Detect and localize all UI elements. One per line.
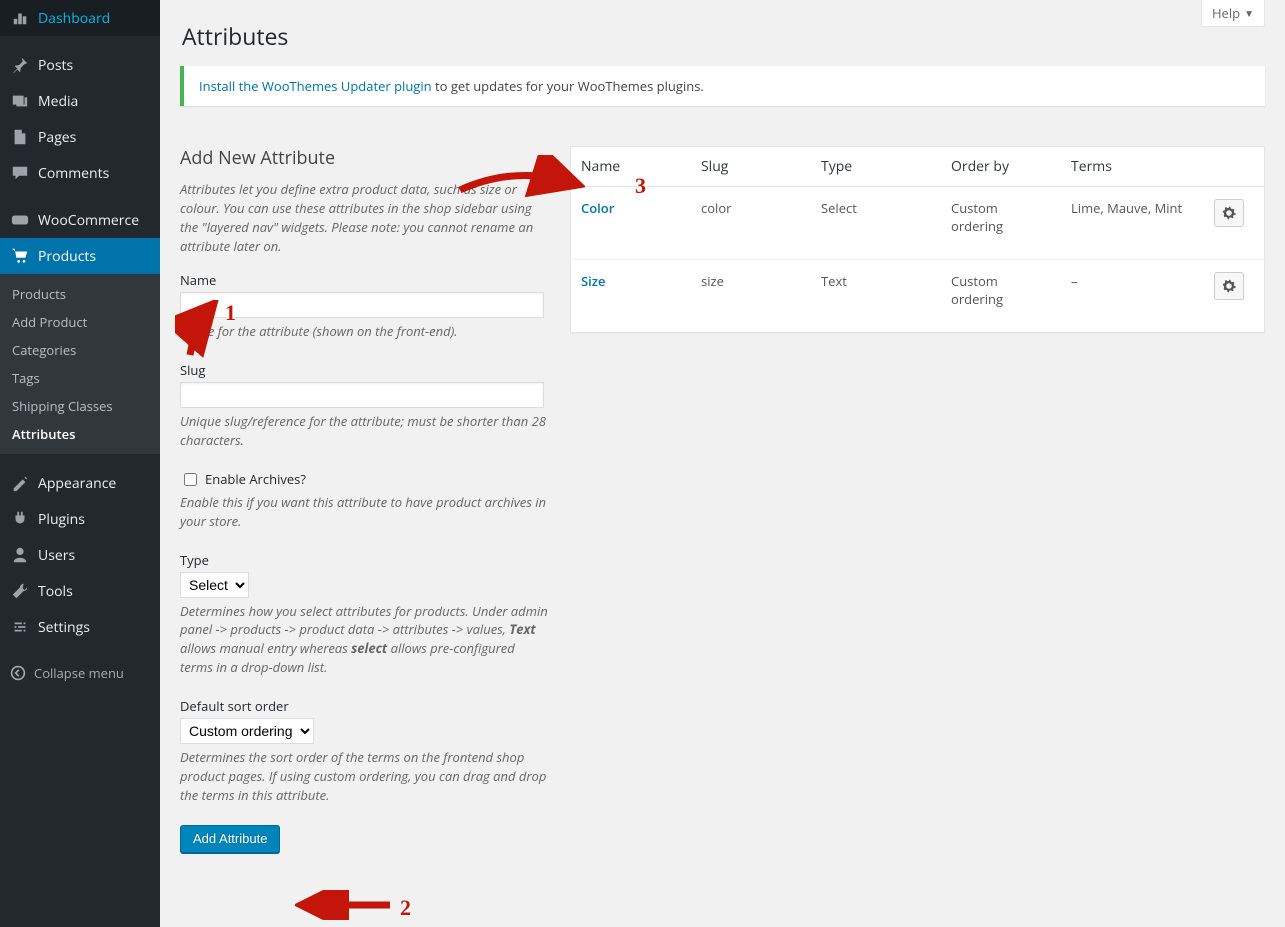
menu-label: Plugins (38, 510, 85, 529)
menu-products[interactable]: Products (0, 238, 160, 274)
row-name-link[interactable]: Size (581, 272, 605, 290)
updater-notice: Install the WooThemes Updater plugin to … (180, 66, 1265, 106)
form-heading: Add New Attribute (180, 146, 550, 170)
menu-comments[interactable]: Comments (0, 155, 160, 191)
configure-terms-button[interactable] (1214, 199, 1244, 227)
pin-icon (10, 55, 30, 75)
archives-label: Enable Archives? (205, 470, 306, 488)
attribute-type-select[interactable]: Select (180, 572, 249, 598)
menu-media[interactable]: Media (0, 83, 160, 119)
sort-label: Default sort order (180, 697, 550, 715)
add-attribute-button[interactable]: Add Attribute (180, 825, 280, 853)
submenu-attributes[interactable]: Attributes (0, 420, 160, 448)
row-slug: size (691, 260, 811, 333)
row-name-link[interactable]: Color (581, 199, 614, 217)
menu-pages[interactable]: Pages (0, 119, 160, 155)
gear-icon (1222, 206, 1236, 220)
gear-icon (1222, 279, 1236, 293)
table-row: Size size Text Custom ordering – (571, 260, 1265, 333)
tools-icon (10, 581, 30, 601)
chevron-down-icon: ▼ (1244, 6, 1254, 20)
settings-icon (10, 617, 30, 637)
collapse-label: Collapse menu (34, 664, 124, 682)
th-actions (1204, 147, 1265, 187)
add-attribute-form: Add New Attribute Attributes let you def… (180, 146, 550, 853)
type-desc: Determines how you select attributes for… (180, 602, 550, 677)
submenu-add-product[interactable]: Add Product (0, 308, 160, 336)
cart-icon (10, 246, 30, 266)
row-type: Text (811, 260, 941, 333)
menu-appearance[interactable]: Appearance (0, 465, 160, 501)
menu-label: Products (38, 247, 96, 266)
attribute-slug-input[interactable] (180, 382, 544, 408)
menu-label: Posts (38, 56, 73, 75)
row-orderby: Custom ordering (941, 187, 1061, 260)
menu-label: Appearance (38, 474, 116, 493)
notice-text: to get updates for your WooThemes plugin… (432, 77, 704, 95)
attribute-sort-select[interactable]: Custom ordering (180, 718, 314, 744)
menu-users[interactable]: Users (0, 537, 160, 573)
configure-terms-button[interactable] (1214, 272, 1244, 300)
comments-icon (10, 163, 30, 183)
sort-desc: Determines the sort order of the terms o… (180, 748, 550, 805)
woocommerce-icon (10, 210, 30, 230)
row-terms: Lime, Mauve, Mint (1061, 187, 1204, 260)
th-slug[interactable]: Slug (691, 147, 811, 187)
help-label: Help (1212, 4, 1240, 22)
install-updater-link[interactable]: Install the WooThemes Updater plugin (199, 77, 432, 95)
menu-plugins[interactable]: Plugins (0, 501, 160, 537)
form-intro: Attributes let you define extra product … (180, 180, 550, 255)
menu-settings[interactable]: Settings (0, 609, 160, 645)
row-terms: – (1061, 260, 1204, 333)
help-tab[interactable]: Help ▼ (1201, 0, 1265, 27)
dashboard-icon (10, 8, 30, 28)
menu-label: Media (38, 92, 78, 111)
name-label: Name (180, 271, 550, 289)
row-type: Select (811, 187, 941, 260)
menu-label: Settings (38, 618, 90, 637)
th-name[interactable]: Name (571, 147, 692, 187)
submenu-products[interactable]: Products (0, 280, 160, 308)
menu-label: Tools (38, 582, 73, 601)
row-slug: color (691, 187, 811, 260)
table-row: Color color Select Custom ordering Lime,… (571, 187, 1265, 260)
menu-label: Pages (38, 128, 76, 147)
enable-archives-checkbox[interactable] (184, 473, 197, 486)
submenu-shipping-classes[interactable]: Shipping Classes (0, 392, 160, 420)
name-desc: Name for the attribute (shown on the fro… (180, 322, 550, 341)
attribute-name-input[interactable] (180, 292, 544, 318)
plugins-icon (10, 509, 30, 529)
appearance-icon (10, 473, 30, 493)
collapse-menu[interactable]: Collapse menu (0, 656, 160, 690)
menu-posts[interactable]: Posts (0, 47, 160, 83)
pages-icon (10, 127, 30, 147)
page-title: Attributes (182, 20, 1265, 52)
users-icon (10, 545, 30, 565)
menu-tools[interactable]: Tools (0, 573, 160, 609)
submenu-categories[interactable]: Categories (0, 336, 160, 364)
type-label: Type (180, 551, 550, 569)
media-icon (10, 91, 30, 111)
collapse-icon (10, 665, 26, 681)
row-orderby: Custom ordering (941, 260, 1061, 333)
th-terms[interactable]: Terms (1061, 147, 1204, 187)
attributes-table: Name Slug Type Order by Terms Color colo… (570, 146, 1265, 333)
th-type[interactable]: Type (811, 147, 941, 187)
th-orderby[interactable]: Order by (941, 147, 1061, 187)
slug-desc: Unique slug/reference for the attribute;… (180, 412, 550, 450)
archives-desc: Enable this if you want this attribute t… (180, 493, 550, 531)
menu-dashboard[interactable]: Dashboard (0, 0, 160, 36)
menu-label: Dashboard (38, 9, 110, 28)
admin-sidebar: Dashboard Posts Media Pages Comments Woo… (0, 0, 160, 927)
products-submenu: Products Add Product Categories Tags Shi… (0, 274, 160, 454)
menu-label: WooCommerce (38, 211, 139, 230)
menu-label: Comments (38, 164, 109, 183)
menu-label: Users (38, 546, 75, 565)
submenu-tags[interactable]: Tags (0, 364, 160, 392)
slug-label: Slug (180, 361, 550, 379)
menu-woocommerce[interactable]: WooCommerce (0, 202, 160, 238)
